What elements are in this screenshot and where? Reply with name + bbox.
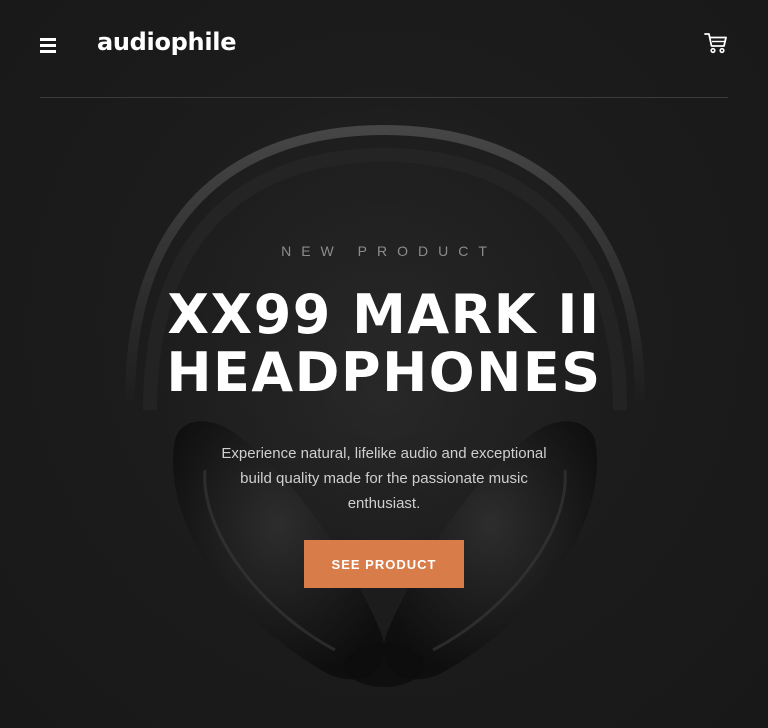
hero-overline: New Product bbox=[281, 243, 497, 259]
hamburger-menu-icon[interactable] bbox=[40, 38, 56, 53]
see-product-button[interactable]: See Product bbox=[304, 540, 464, 588]
page: audiophile New Product XX99 Mark II Head… bbox=[0, 0, 768, 728]
hero-title-line-2: Headphones bbox=[166, 341, 602, 404]
hero-title: XX99 Mark II Headphones bbox=[0, 286, 768, 402]
brand-logo[interactable]: audiophile bbox=[97, 28, 236, 56]
hero-description: Experience natural, lifelike audio and e… bbox=[221, 445, 547, 512]
hero-title-line-1: XX99 Mark II bbox=[167, 283, 601, 346]
shopping-cart-icon[interactable] bbox=[704, 32, 728, 54]
site-header: audiophile bbox=[40, 0, 728, 98]
